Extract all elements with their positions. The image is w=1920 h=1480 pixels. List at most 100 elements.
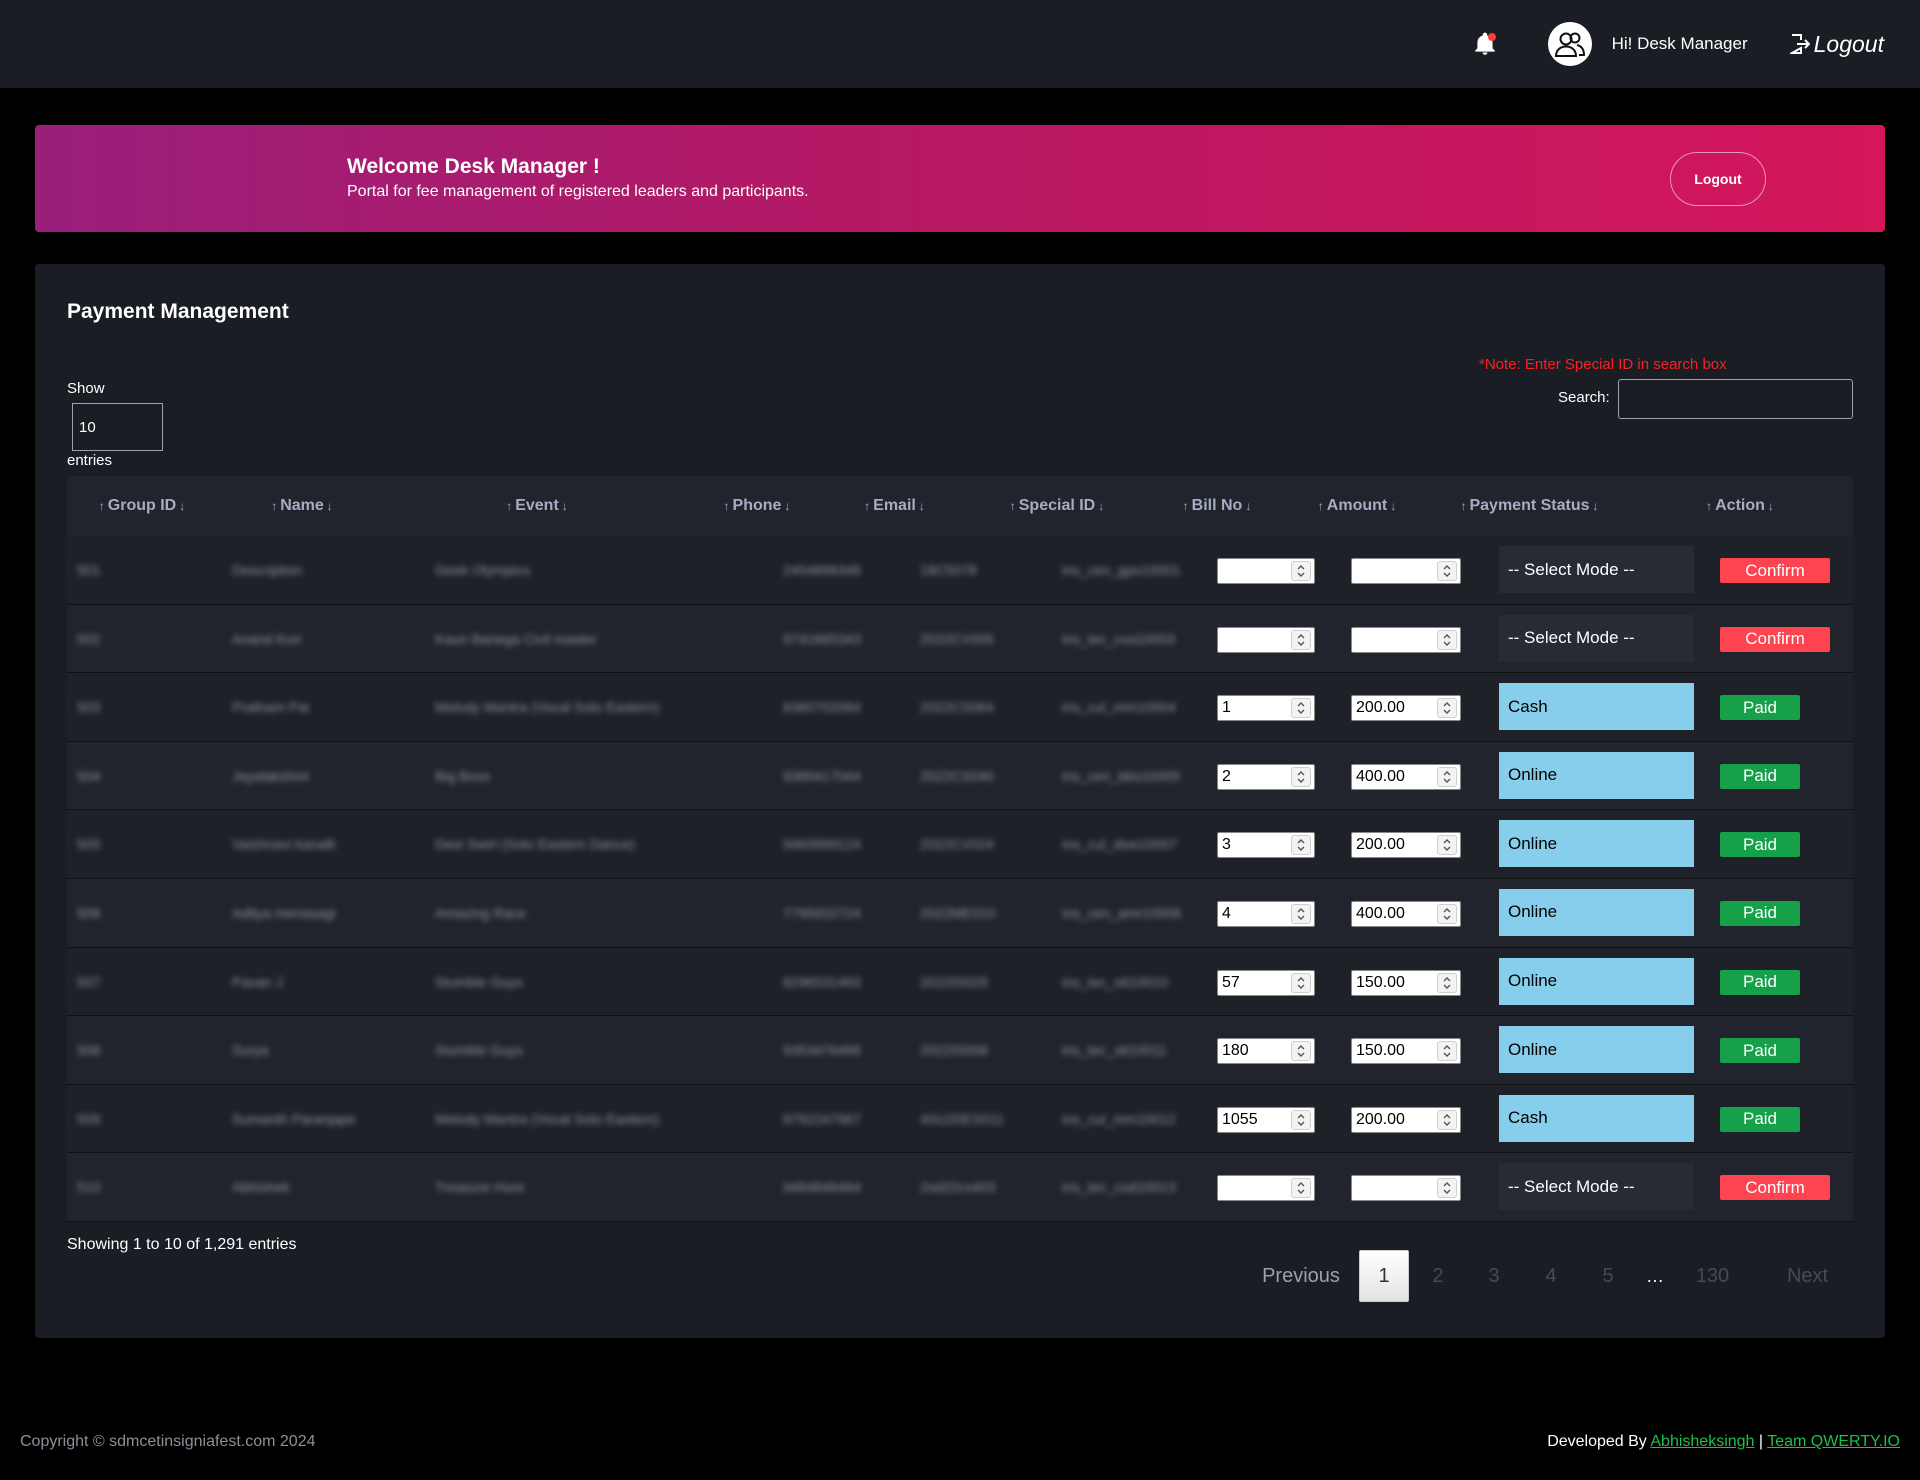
- bill-no-input[interactable]: 1055: [1217, 1106, 1315, 1133]
- bill-no-input[interactable]: [1217, 1175, 1315, 1202]
- column-header[interactable]: ↑ Event ↓: [387, 476, 687, 536]
- spinner-icon[interactable]: [1437, 698, 1457, 719]
- spinner-icon[interactable]: [1437, 1178, 1457, 1199]
- spinner-icon[interactable]: [1437, 766, 1457, 787]
- amount-input[interactable]: [1351, 626, 1461, 653]
- column-header[interactable]: ↑ Group ID ↓: [67, 476, 217, 536]
- column-header[interactable]: ↑ Bill No ↓: [1152, 476, 1282, 536]
- payment-mode-select[interactable]: -- Select Mode --: [1499, 1163, 1694, 1211]
- notification-bell-icon[interactable]: [1472, 31, 1498, 57]
- spinner-icon[interactable]: [1291, 1041, 1311, 1062]
- cell-event: Treasure Hunt: [435, 1179, 524, 1196]
- bill-no-input[interactable]: 2: [1217, 763, 1315, 790]
- page-button-5[interactable]: 5: [1588, 1250, 1628, 1302]
- spinner-icon[interactable]: [1291, 561, 1311, 581]
- paid-button[interactable]: Paid: [1720, 832, 1800, 858]
- amount-input[interactable]: 200.00: [1351, 1106, 1461, 1133]
- spinner-icon[interactable]: [1291, 629, 1311, 650]
- cell-event: Melody Mantra (Vocal Solo Eastern): [435, 699, 660, 716]
- previous-page-button[interactable]: Previous: [1241, 1250, 1361, 1302]
- paid-button[interactable]: Paid: [1720, 1038, 1800, 1064]
- amount-input[interactable]: [1351, 558, 1461, 584]
- show-label: Show: [67, 380, 105, 397]
- search-input[interactable]: [1618, 379, 1853, 419]
- amount-input[interactable]: [1351, 1175, 1461, 1202]
- amount-input[interactable]: 200.00: [1351, 695, 1461, 722]
- column-header[interactable]: ↑ Phone ↓: [687, 476, 827, 536]
- column-header[interactable]: ↑ Action ↓: [1627, 476, 1853, 536]
- next-page-button[interactable]: Next: [1775, 1250, 1840, 1302]
- cell-name: Sumanth Paranjape: [232, 1110, 356, 1127]
- payment-mode-select[interactable]: Cash: [1499, 1094, 1694, 1142]
- top-logout-link[interactable]: Logout: [1789, 31, 1884, 58]
- paid-button[interactable]: Paid: [1720, 1106, 1800, 1132]
- sort-asc-icon: ↑: [864, 499, 871, 513]
- confirm-button[interactable]: Confirm: [1720, 1175, 1830, 1201]
- spinner-icon[interactable]: [1291, 835, 1311, 856]
- cell-event: Geek Olympics: [435, 562, 530, 578]
- payment-mode-select[interactable]: Online: [1499, 1026, 1694, 1074]
- payment-mode-select[interactable]: Online: [1499, 888, 1694, 936]
- cell-special-id: ins_tec_cod10013: [1062, 1179, 1176, 1196]
- bill-no-input[interactable]: 4: [1217, 900, 1315, 927]
- spinner-icon[interactable]: [1437, 561, 1457, 581]
- amount-input[interactable]: 200.00: [1351, 832, 1461, 859]
- paid-button[interactable]: Paid: [1720, 900, 1800, 926]
- amount-input[interactable]: 150.00: [1351, 1038, 1461, 1065]
- bill-no-input[interactable]: 3: [1217, 832, 1315, 859]
- spinner-icon[interactable]: [1437, 903, 1457, 924]
- spinner-icon[interactable]: [1437, 1109, 1457, 1130]
- page-button-3[interactable]: 3: [1474, 1250, 1514, 1302]
- amount-input[interactable]: 150.00: [1351, 969, 1461, 996]
- paid-button[interactable]: Paid: [1720, 695, 1800, 721]
- payment-mode-select[interactable]: -- Select Mode --: [1499, 546, 1694, 593]
- paid-button[interactable]: Paid: [1720, 763, 1800, 789]
- column-header[interactable]: ↑ Payment Status ↓: [1432, 476, 1627, 536]
- banner-logout-button[interactable]: Logout: [1670, 152, 1766, 206]
- bill-no-input[interactable]: 1: [1217, 695, 1315, 722]
- sort-desc-icon: ↓: [784, 499, 791, 513]
- bill-no-value: 1055: [1222, 1110, 1258, 1128]
- confirm-button[interactable]: Confirm: [1720, 626, 1830, 652]
- spinner-icon[interactable]: [1291, 972, 1311, 993]
- page-button-1[interactable]: 1: [1359, 1250, 1409, 1302]
- page-button-4[interactable]: 4: [1531, 1250, 1571, 1302]
- user-avatar-icon[interactable]: [1547, 22, 1592, 66]
- sort-desc-icon: ↓: [179, 499, 186, 513]
- sort-desc-icon: ↓: [1767, 499, 1774, 513]
- spinner-icon[interactable]: [1437, 972, 1457, 993]
- spinner-icon[interactable]: [1437, 1041, 1457, 1062]
- payment-mode-select[interactable]: Online: [1499, 820, 1694, 868]
- amount-value: 400.00: [1356, 904, 1405, 922]
- author-link[interactable]: Abhisheksingh: [1650, 1433, 1754, 1450]
- confirm-button[interactable]: Confirm: [1720, 558, 1830, 583]
- spinner-icon[interactable]: [1291, 1178, 1311, 1199]
- column-header[interactable]: ↑ Name ↓: [217, 476, 387, 536]
- page-button-2[interactable]: 2: [1418, 1250, 1458, 1302]
- bill-no-input[interactable]: 180: [1217, 1038, 1315, 1065]
- team-link[interactable]: Team QWERTY.IO: [1767, 1433, 1900, 1450]
- spinner-icon[interactable]: [1291, 903, 1311, 924]
- page-size-select[interactable]: 10: [72, 403, 163, 451]
- payment-mode-select[interactable]: Cash: [1499, 683, 1694, 731]
- cell-phone: 7795932724: [783, 904, 861, 921]
- payment-mode-select[interactable]: Online: [1499, 751, 1694, 799]
- search-label: Search:: [1558, 389, 1610, 406]
- bill-no-input[interactable]: [1217, 626, 1315, 653]
- spinner-icon[interactable]: [1291, 698, 1311, 719]
- payment-mode-select[interactable]: Online: [1499, 957, 1694, 1005]
- bill-no-input[interactable]: [1217, 558, 1315, 584]
- bill-no-input[interactable]: 57: [1217, 969, 1315, 996]
- payment-mode-select[interactable]: -- Select Mode --: [1499, 614, 1694, 662]
- page-button-last[interactable]: 130: [1685, 1250, 1740, 1302]
- column-header[interactable]: ↑ Amount ↓: [1282, 476, 1432, 536]
- spinner-icon[interactable]: [1291, 1109, 1311, 1130]
- spinner-icon[interactable]: [1437, 835, 1457, 856]
- spinner-icon[interactable]: [1437, 629, 1457, 650]
- paid-button[interactable]: Paid: [1720, 969, 1800, 995]
- amount-input[interactable]: 400.00: [1351, 900, 1461, 927]
- column-header[interactable]: ↑ Email ↓: [827, 476, 962, 536]
- column-header[interactable]: ↑ Special ID ↓: [962, 476, 1152, 536]
- spinner-icon[interactable]: [1291, 766, 1311, 787]
- amount-input[interactable]: 400.00: [1351, 763, 1461, 790]
